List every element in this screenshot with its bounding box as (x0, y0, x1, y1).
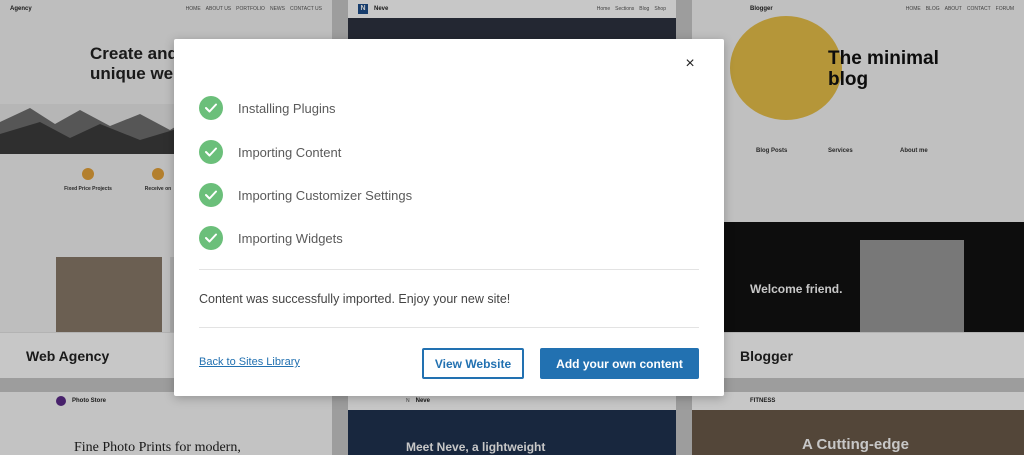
step-label: Importing Content (238, 144, 342, 160)
divider (199, 269, 699, 270)
check-icon (199, 96, 223, 120)
check-icon (199, 183, 223, 207)
step-importing-customizer-settings: Importing Customizer Settings (199, 183, 412, 207)
check-icon (199, 140, 223, 164)
add-own-content-button[interactable]: Add your own content (540, 348, 699, 379)
step-installing-plugins: Installing Plugins (199, 96, 336, 120)
step-importing-widgets: Importing Widgets (199, 226, 343, 250)
step-label: Importing Widgets (238, 230, 343, 246)
import-complete-dialog: × Installing Plugins Importing Content I… (174, 39, 724, 396)
step-importing-content: Importing Content (199, 140, 341, 164)
check-icon (199, 226, 223, 250)
close-icon[interactable]: × (680, 54, 700, 74)
step-label: Installing Plugins (238, 100, 336, 116)
view-website-button[interactable]: View Website (422, 348, 524, 379)
divider (199, 327, 699, 328)
back-to-sites-library-link[interactable]: Back to Sites Library (199, 356, 300, 368)
success-message: Content was successfully imported. Enjoy… (199, 292, 511, 306)
step-label: Importing Customizer Settings (238, 187, 413, 203)
